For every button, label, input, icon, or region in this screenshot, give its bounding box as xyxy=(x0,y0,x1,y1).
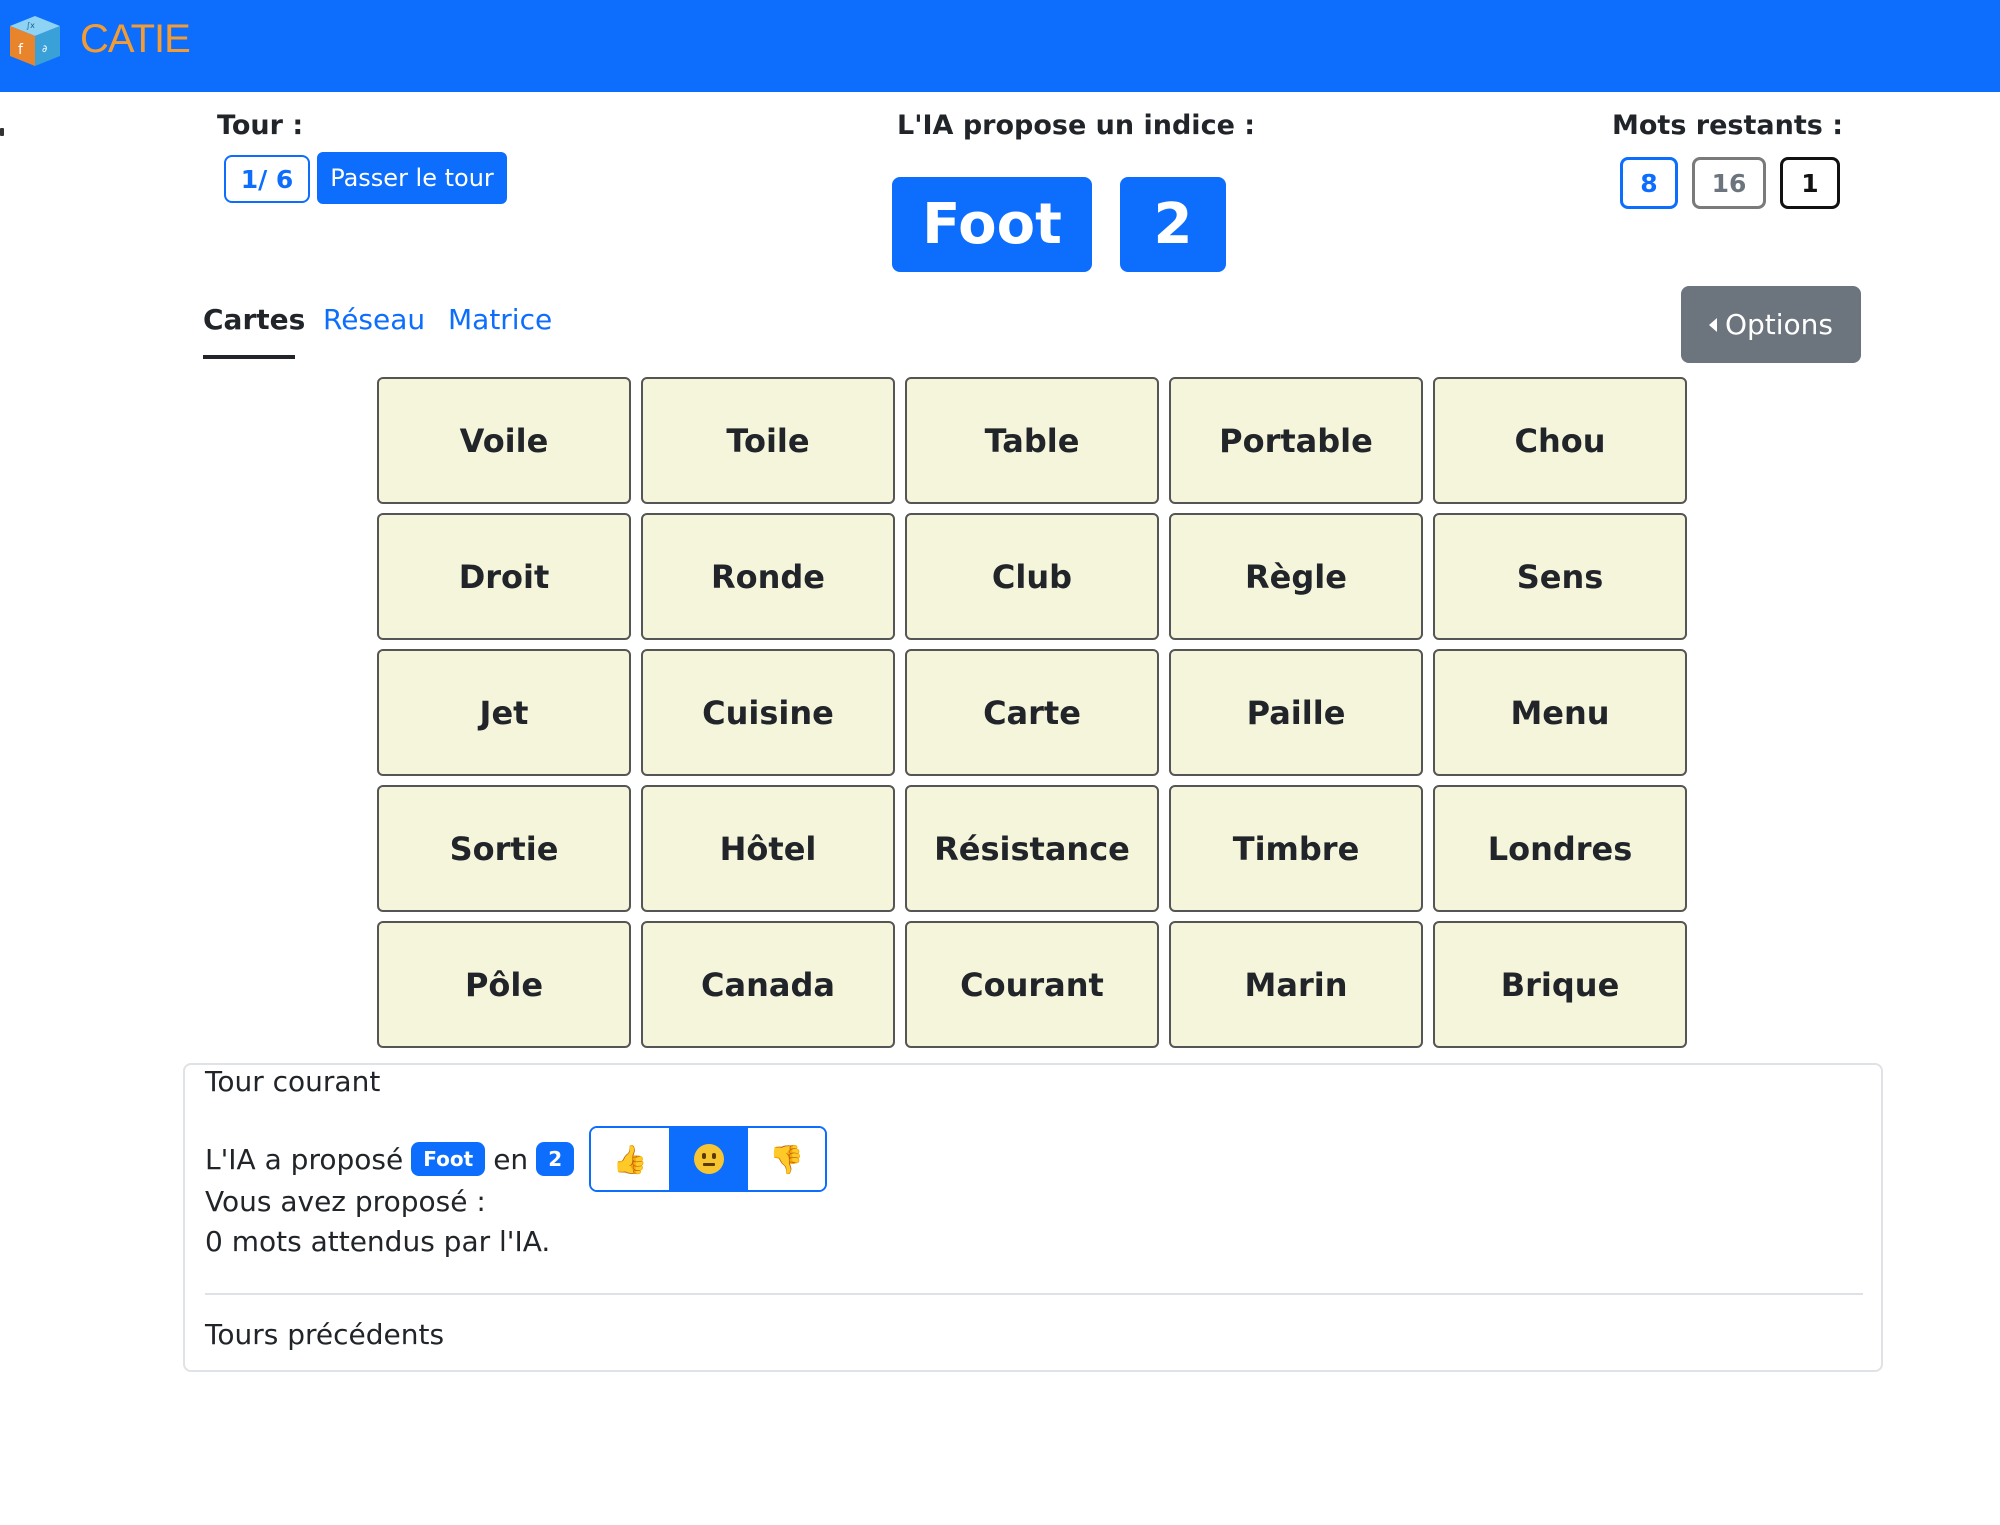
tab-cartes[interactable]: Cartes xyxy=(203,303,305,336)
brand[interactable]: f ∂ ∫x CATIE xyxy=(4,8,191,70)
turn-label: Tour : xyxy=(217,110,304,141)
options-button[interactable]: Options xyxy=(1681,286,1861,363)
clue-label: L'IA propose un indice : xyxy=(897,110,1256,141)
thumbs-down-button[interactable]: 👎 xyxy=(747,1128,826,1190)
word-card[interactable]: Paille xyxy=(1169,649,1423,776)
top-navbar: f ∂ ∫x CATIE xyxy=(0,0,2000,92)
feedback-button-group: 👍 👎 xyxy=(589,1126,828,1192)
user-proposal-label: Vous avez proposé : xyxy=(205,1185,486,1218)
brand-name: CATIE xyxy=(80,16,191,61)
word-card[interactable]: Droit xyxy=(377,513,631,640)
svg-text:∫x: ∫x xyxy=(26,21,35,30)
clue-word-badge: Foot xyxy=(892,177,1092,272)
word-card[interactable]: Brique xyxy=(1433,921,1687,1048)
word-card[interactable]: Courant xyxy=(905,921,1159,1048)
panel-divider xyxy=(205,1293,1863,1295)
expected-words-text: 0 mots attendus par l'IA. xyxy=(205,1225,551,1258)
neutral-face-icon xyxy=(693,1144,724,1174)
word-card[interactable]: Timbre xyxy=(1169,785,1423,912)
word-card[interactable]: Canada xyxy=(641,921,895,1048)
thumbs-up-icon: 👍 xyxy=(612,1142,648,1176)
word-card[interactable]: Londres xyxy=(1433,785,1687,912)
clue-number-badge: 2 xyxy=(1120,177,1226,272)
word-card[interactable]: Menu xyxy=(1433,649,1687,776)
word-card[interactable]: Voile xyxy=(377,377,631,504)
remaining-words-label: Mots restants : xyxy=(1612,110,1844,141)
word-card[interactable]: Pôle xyxy=(377,921,631,1048)
word-card[interactable]: Chou xyxy=(1433,377,1687,504)
current-turn-title: Tour courant xyxy=(205,1065,381,1098)
previous-turns-title[interactable]: Tours précédents xyxy=(205,1318,444,1351)
mouse-cursor-icon xyxy=(0,128,4,136)
options-label: Options xyxy=(1724,308,1834,341)
word-card[interactable]: Sortie xyxy=(377,785,631,912)
ia-number-badge: 2 xyxy=(536,1142,575,1176)
tab-reseau[interactable]: Réseau xyxy=(323,303,425,336)
word-card[interactable]: Toile xyxy=(641,377,895,504)
word-card[interactable]: Sens xyxy=(1433,513,1687,640)
turn-counter: 1/ 6 xyxy=(224,155,310,203)
remaining-blue-count: 8 xyxy=(1620,157,1678,209)
remaining-black-count: 1 xyxy=(1780,157,1840,209)
word-card[interactable]: Club xyxy=(905,513,1159,640)
caret-left-icon xyxy=(1708,317,1717,332)
word-card[interactable]: Hôtel xyxy=(641,785,895,912)
word-card[interactable]: Portable xyxy=(1169,377,1423,504)
word-card[interactable]: Table xyxy=(905,377,1159,504)
skip-turn-button[interactable]: Passer le tour xyxy=(317,152,507,204)
word-card[interactable]: Cuisine xyxy=(641,649,895,776)
word-card[interactable]: Marin xyxy=(1169,921,1423,1048)
ia-proposal-line: L'IA a proposé Foot en 2 👍 👎 xyxy=(205,1126,828,1192)
tab-matrice[interactable]: Matrice xyxy=(448,303,552,336)
remaining-grey-count: 16 xyxy=(1692,157,1766,209)
word-card[interactable]: Résistance xyxy=(905,785,1159,912)
catie-logo-icon: f ∂ ∫x xyxy=(4,8,66,70)
word-card[interactable]: Carte xyxy=(905,649,1159,776)
svg-text:∂: ∂ xyxy=(42,44,47,55)
thumbs-down-icon: 👎 xyxy=(769,1142,805,1176)
thumbs-up-button[interactable]: 👍 xyxy=(591,1128,670,1190)
ia-word-badge: Foot xyxy=(411,1142,486,1176)
turn-panel: Tour courant L'IA a proposé Foot en 2 👍 … xyxy=(183,1063,1883,1372)
ia-en-text: en xyxy=(493,1142,529,1176)
active-tab-indicator xyxy=(203,355,295,359)
neutral-button[interactable] xyxy=(669,1128,748,1190)
word-card[interactable]: Jet xyxy=(377,649,631,776)
word-card[interactable]: Ronde xyxy=(641,513,895,640)
word-cards-grid: Voile Toile Table Portable Chou Droit Ro… xyxy=(377,377,1687,1049)
ia-proposal-prefix: L'IA a proposé xyxy=(205,1142,404,1176)
word-card[interactable]: Règle xyxy=(1169,513,1423,640)
